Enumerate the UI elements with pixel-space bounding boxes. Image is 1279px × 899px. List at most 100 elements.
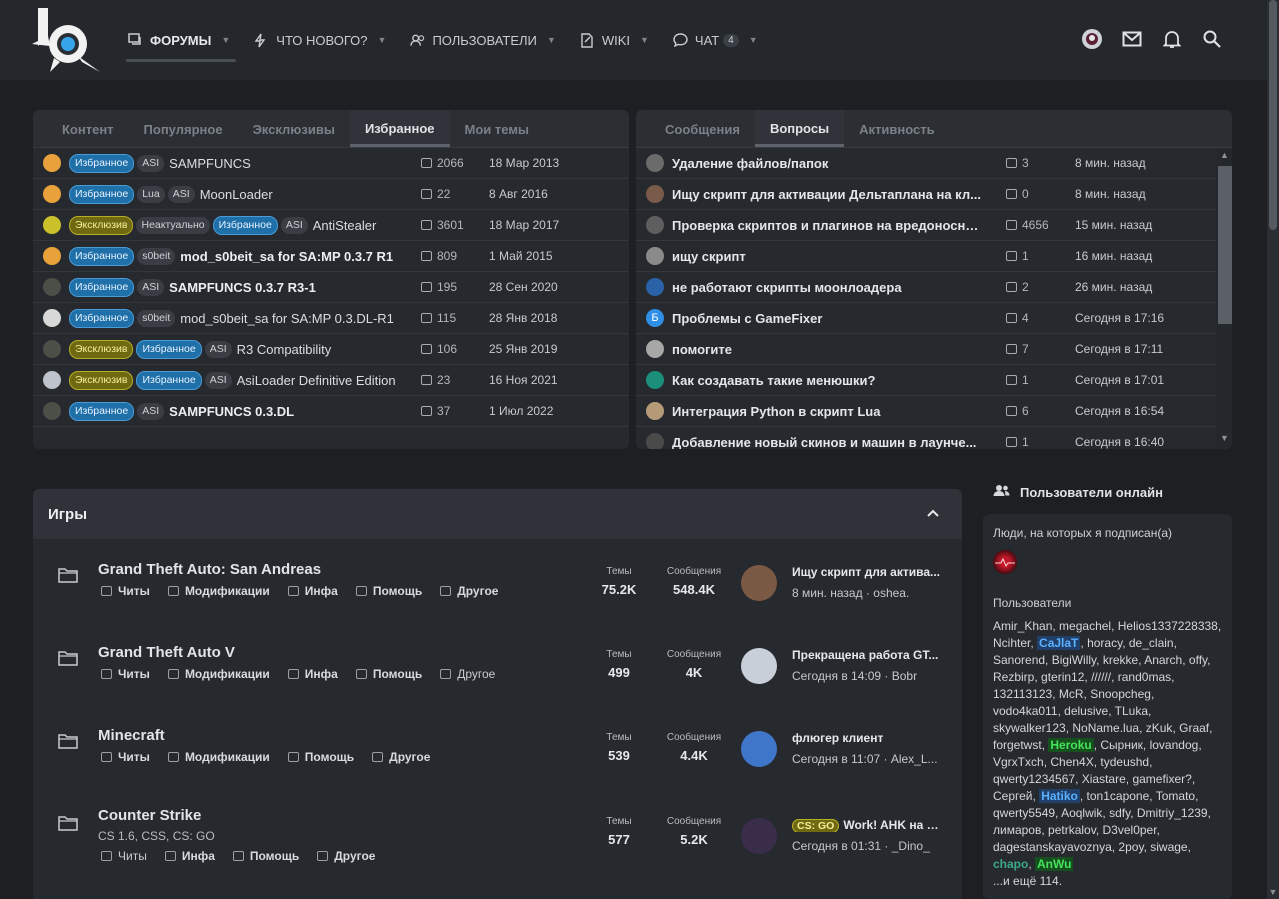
online-user-link[interactable]: Graaf: [1179, 721, 1209, 735]
question-row[interactable]: Проверка скриптов и плагинов на вредонос…: [636, 210, 1232, 241]
page-scrollbar[interactable]: ▼: [1267, 0, 1279, 899]
subforum-label[interactable]: Помощь: [305, 750, 354, 764]
site-logo[interactable]: [30, 6, 102, 74]
online-user-link[interactable]: AnWu: [1035, 857, 1074, 871]
author-avatar[interactable]: [646, 154, 664, 172]
prefix-tag[interactable]: Избранное: [69, 184, 135, 204]
thread-title[interactable]: R3 Compatibility: [237, 342, 332, 357]
search-icon[interactable]: [1201, 28, 1223, 50]
prefix-tag[interactable]: Избранное: [69, 308, 135, 328]
last-post-title[interactable]: флюгер клиент: [792, 731, 942, 745]
thread-avatar[interactable]: [43, 278, 61, 296]
author-avatar[interactable]: [646, 433, 664, 449]
online-user-link[interactable]: de_clain: [1129, 636, 1174, 650]
question-row[interactable]: ищу скрипт 1 16 мин. назад: [636, 241, 1232, 272]
prefix-tag[interactable]: ASI: [167, 185, 195, 203]
author-avatar[interactable]: Б: [646, 309, 664, 327]
scroll-up-arrow-icon[interactable]: ▲: [1220, 150, 1229, 160]
favorite-row[interactable]: Эксклюзив Избранное ASI AsiLoader Definitiv…: [33, 365, 629, 396]
online-user-link[interactable]: McR: [1059, 687, 1084, 701]
thread-avatar[interactable]: [43, 309, 61, 327]
online-user-link[interactable]: Anarch: [1144, 653, 1182, 667]
online-user-link[interactable]: dagestanskayavoznya: [993, 840, 1112, 854]
subforum-label[interactable]: Помощь: [373, 584, 422, 598]
online-user-link[interactable]: skywalker123: [993, 721, 1066, 735]
page-scrollbar-thumb[interactable]: [1269, 0, 1277, 230]
online-user-link[interactable]: Ncihter: [993, 636, 1030, 650]
thread-avatar[interactable]: [43, 371, 61, 389]
subforum-link[interactable]: Читы: [101, 750, 150, 764]
mail-icon[interactable]: [1121, 28, 1143, 50]
tab-popular[interactable]: Популярное: [129, 110, 238, 147]
favorite-row[interactable]: Избранное ASI SAMPFUNCS 0.3.DL 37 1 Июл 2022: [33, 396, 629, 427]
online-user-link[interactable]: лимаров: [993, 823, 1041, 837]
subforum-link[interactable]: Другое: [440, 667, 495, 681]
author-avatar[interactable]: [646, 185, 664, 203]
last-post-title-text[interactable]: Прекращена работа GT...: [792, 648, 938, 662]
thread-avatar[interactable]: [43, 154, 61, 172]
chevron-down-icon[interactable]: ▼: [378, 35, 387, 45]
online-user-link[interactable]: Amir_Khan: [993, 619, 1052, 633]
question-title[interactable]: Удаление файлов/папок: [672, 156, 982, 171]
question-title[interactable]: ищу скрипт: [672, 249, 982, 264]
online-user-link[interactable]: VgrxTxch: [993, 755, 1044, 769]
chevron-up-icon[interactable]: [926, 505, 940, 522]
question-title[interactable]: Интеграция Python в скрипт Lua: [672, 404, 982, 419]
online-user-link[interactable]: Sanorend: [993, 653, 1045, 667]
thread-avatar[interactable]: [43, 340, 61, 358]
question-title[interactable]: не работают скрипты моонлоадера: [672, 280, 982, 295]
user-avatar[interactable]: [1081, 28, 1103, 50]
online-user-link[interactable]: Xiastare: [1082, 772, 1126, 786]
prefix-tag[interactable]: ASI: [280, 216, 308, 234]
following-avatar[interactable]: [993, 550, 1017, 574]
question-row[interactable]: Удаление файлов/папок 3 8 мин. назад: [636, 148, 1232, 179]
online-user-link[interactable]: sdfy: [1109, 806, 1130, 820]
online-user-link[interactable]: Rezbirp: [993, 670, 1034, 684]
online-user-link[interactable]: petrkalov: [1048, 823, 1096, 837]
prefix-tag[interactable]: Избранное: [136, 370, 202, 390]
author-avatar[interactable]: [646, 216, 664, 234]
prefix-tag[interactable]: ASI: [204, 340, 232, 358]
prefix-tag[interactable]: CS: GO: [792, 819, 840, 832]
online-user-link[interactable]: krekke: [1103, 653, 1138, 667]
online-user-link[interactable]: qwerty1234567: [993, 772, 1075, 786]
prefix-tag[interactable]: Избранное: [69, 277, 135, 297]
node-title[interactable]: Minecraft: [98, 727, 165, 744]
subforum-label[interactable]: Читы: [118, 750, 150, 764]
favorite-row[interactable]: Эксклюзив Избранное ASI R3 Compatibility 106…: [33, 334, 629, 365]
last-post-title[interactable]: Ищу скрипт для актива...: [792, 565, 942, 579]
online-user-link[interactable]: rand0mas: [1118, 670, 1171, 684]
online-user-link[interactable]: chapo: [993, 857, 1028, 871]
author-avatar[interactable]: [646, 247, 664, 265]
questions-scrollbar[interactable]: ▲ ▼: [1216, 148, 1232, 448]
last-post-avatar[interactable]: [741, 565, 777, 601]
subforum-label[interactable]: Другое: [457, 667, 495, 681]
games-category-header[interactable]: Игры: [33, 489, 962, 539]
last-post-title[interactable]: CS: GO Work! AHK на W...: [792, 818, 942, 832]
subforum-label[interactable]: Читы: [118, 667, 150, 681]
prefix-tag[interactable]: Избранное: [69, 246, 135, 266]
nav-whats-new[interactable]: Что нового? ▼: [254, 0, 386, 80]
prefix-tag[interactable]: Эксклюзив: [69, 215, 134, 235]
subforum-link[interactable]: Инфа: [287, 584, 338, 598]
last-post-avatar[interactable]: [741, 818, 777, 854]
thread-title[interactable]: mod_s0beit_sa for SA:MP 0.3.7 R1: [180, 249, 393, 264]
tab-questions[interactable]: Вопросы: [754, 110, 845, 147]
tab-content[interactable]: Контент: [47, 110, 129, 147]
last-post-title[interactable]: Прекращена работа GT...: [792, 648, 942, 662]
prefix-tag[interactable]: s0beit: [137, 309, 176, 327]
prefix-tag[interactable]: Избранное: [212, 215, 278, 235]
tab-my-threads[interactable]: Мои темы: [450, 110, 545, 147]
last-post-avatar[interactable]: [741, 648, 777, 684]
thread-avatar[interactable]: [43, 402, 61, 420]
question-row[interactable]: Как создавать такие менюшки? 1 Сегодня в 1…: [636, 365, 1232, 396]
prefix-tag[interactable]: ASI: [137, 402, 165, 420]
subforum-link[interactable]: Читы: [101, 584, 150, 598]
scroll-down-arrow-icon[interactable]: ▼: [1220, 433, 1229, 443]
author-avatar[interactable]: [646, 371, 664, 389]
online-user-link[interactable]: Dmitriy_1239: [1137, 806, 1208, 820]
prefix-tag[interactable]: Неактуально: [136, 216, 210, 234]
online-user-link[interactable]: offy: [1189, 653, 1207, 667]
scroll-down-arrow-icon[interactable]: ▼: [1267, 887, 1279, 897]
bell-icon[interactable]: [1161, 28, 1183, 50]
